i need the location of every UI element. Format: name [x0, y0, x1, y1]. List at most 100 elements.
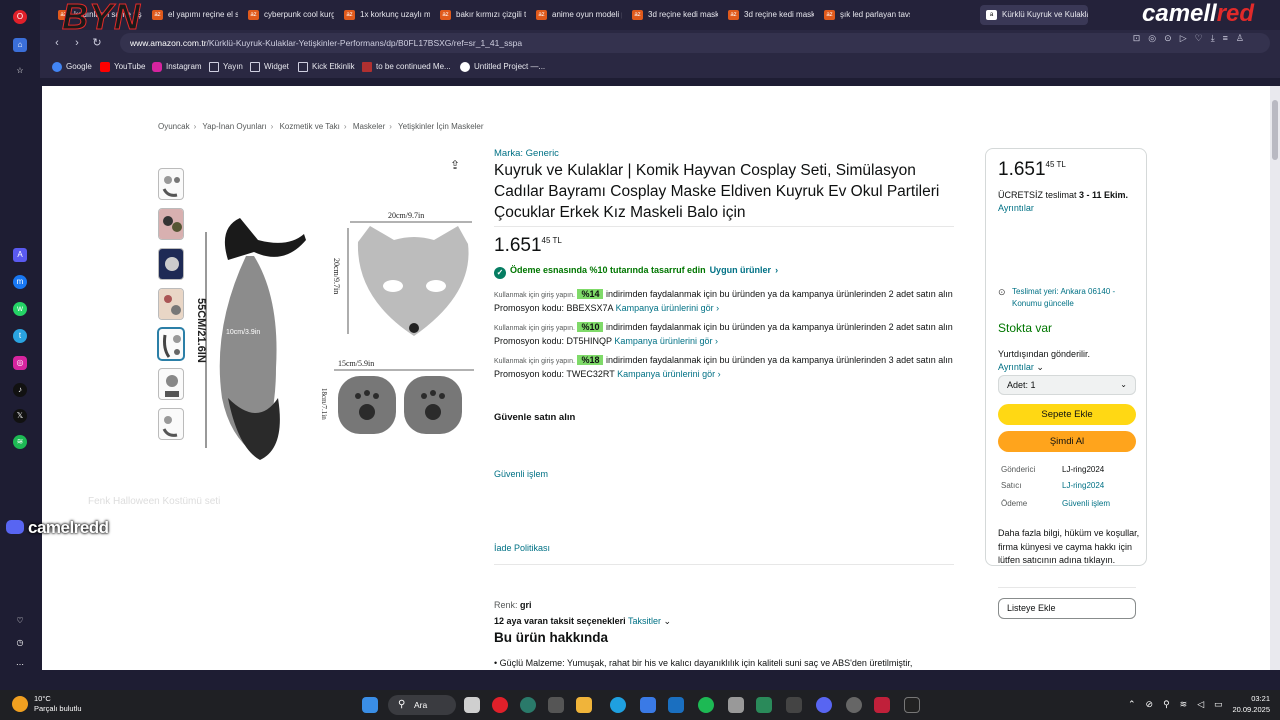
bookmark-folder[interactable]: Kick Etkinlik	[298, 60, 355, 74]
system-tray[interactable]: ⌃⊘⚲≋◁▭	[1128, 699, 1233, 710]
tab[interactable]: az 3d reçine kedi maske	[722, 5, 814, 25]
task-view-icon[interactable]	[464, 697, 480, 713]
bookmark-item[interactable]: Untitled Project —...	[460, 60, 545, 74]
start-icon[interactable]	[362, 697, 378, 713]
edge-icon[interactable]	[610, 697, 626, 713]
breadcrumb-item[interactable]: Maskeler	[353, 122, 385, 131]
aria-icon[interactable]: A	[13, 248, 27, 262]
brand-link[interactable]: Marka: Generic	[494, 148, 559, 159]
opera-logo-icon[interactable]: O	[13, 10, 27, 24]
file-explorer-icon[interactable]	[576, 697, 592, 713]
history-icon[interactable]: ◷	[13, 636, 27, 650]
back-icon[interactable]: ‹	[50, 36, 64, 50]
heart-icon[interactable]: ♡	[13, 614, 27, 628]
about-heading: Bu ürün hakkında	[494, 630, 609, 645]
chevron-down-icon[interactable]: ⌄	[663, 616, 671, 626]
url-field[interactable]: www.amazon.com.tr/Kürklü-Kuyruk-Kulaklar…	[120, 33, 1270, 53]
scrollbar[interactable]	[1270, 86, 1280, 670]
breadcrumb-item[interactable]: Yetişkinler İçin Maskeler	[398, 122, 484, 131]
amazon-favicon-icon: az	[248, 10, 259, 20]
gallery-thumbnail[interactable]	[158, 408, 184, 440]
toolbar-icons[interactable]: ⊡◎⊙▷♡⤓≡♙	[1133, 33, 1252, 44]
delivery-details-link[interactable]: Ayrıntılar	[998, 203, 1034, 213]
return-policy-link[interactable]: İade Politikası	[494, 543, 550, 553]
gallery-thumbnail-selected[interactable]	[158, 328, 184, 360]
gallery-thumbnail[interactable]	[158, 248, 184, 280]
delivery-location[interactable]: ⊙ Teslimat yeri: Ankara 06140 - Konumu gü…	[998, 286, 1140, 310]
breadcrumb-item[interactable]: Oyuncak	[158, 122, 190, 131]
tab[interactable]: az 3d reçine kedi maske	[626, 5, 718, 25]
seller-link[interactable]: LJ-ring2024	[1062, 481, 1104, 490]
bookmark-folder[interactable]: Widget	[250, 60, 289, 74]
gallery-thumbnail[interactable]	[158, 368, 184, 400]
app-icon[interactable]	[520, 697, 536, 713]
breadcrumb-item[interactable]: Kozmetik ve Takı	[280, 122, 340, 131]
tab[interactable]: az el yapımı reçine el sa	[146, 5, 238, 25]
campaign-products-link[interactable]: Kampanya ürünlerini gör	[614, 336, 712, 346]
gallery-thumbnail[interactable]	[158, 168, 184, 200]
payment-link[interactable]: Güvenli işlem	[1062, 499, 1110, 508]
chevron-down-icon[interactable]: ⌄	[1036, 362, 1044, 372]
outlook-icon[interactable]	[668, 697, 684, 713]
tab[interactable]: az 1x korkunç uzaylı ma	[338, 5, 430, 25]
secure-heading: Güvenle satın alın	[494, 412, 576, 423]
app-icon[interactable]	[548, 697, 564, 713]
quantity-select[interactable]: Adet: 1 ⌄	[998, 375, 1136, 395]
product-main-image[interactable]: 55CM/21.6IN 10cm/3.9in 20cm/9.7in 20cm/9…	[188, 148, 474, 520]
weather-widget[interactable]: 10°C Parçalı bulutlu	[12, 694, 82, 714]
gallery-thumbnail[interactable]	[158, 208, 184, 240]
messenger-icon[interactable]: m	[13, 275, 27, 289]
taskbar-clock[interactable]: 03:21 20.09.2025	[1226, 693, 1270, 715]
amazon-favicon-icon: az	[824, 10, 835, 20]
scrollbar-thumb[interactable]	[1272, 100, 1278, 160]
app-icon[interactable]	[786, 697, 802, 713]
tab[interactable]: az şık led parlayan tavşa	[818, 5, 910, 25]
secure-transaction-link[interactable]: Güvenli işlem	[494, 469, 548, 479]
breadcrumb-item[interactable]: Yap-İnan Oyunları	[202, 122, 266, 131]
whatsapp-icon[interactable]: w	[13, 302, 27, 316]
shipping-details-link[interactable]: Ayrıntılar	[998, 362, 1034, 372]
epic-games-icon[interactable]	[904, 697, 920, 713]
tab-active[interactable]: a Kürklü Kuyruk ve Kulaklar	[980, 5, 1088, 25]
app-icon[interactable]	[874, 697, 890, 713]
eligible-products-link[interactable]: Uygun ürünler	[710, 265, 772, 275]
share-icon[interactable]: ⇪	[448, 158, 462, 172]
buy-now-button[interactable]: Şimdi Al	[998, 431, 1136, 452]
tab[interactable]: az bakır kırmızı çizgili ta	[434, 5, 526, 25]
bookmark-item[interactable]: to be continued Me...	[362, 60, 451, 74]
star-icon[interactable]: ☆	[13, 64, 27, 78]
bookmark-google[interactable]: Google	[52, 60, 92, 74]
telegram-icon[interactable]: t	[13, 329, 27, 343]
home-icon[interactable]: ⌂	[13, 38, 27, 52]
campaign-products-link[interactable]: Kampanya ürünlerini gör	[616, 303, 714, 313]
add-to-cart-button[interactable]: Sepete Ekle	[998, 404, 1136, 425]
campaign-products-link[interactable]: Kampanya ürünlerini gör	[617, 369, 715, 379]
more-icon[interactable]: ⋯	[13, 658, 27, 672]
buybox-price: 1.65145 TL	[998, 159, 1066, 180]
installments-link[interactable]: Taksitler	[628, 616, 661, 626]
discord-taskbar-icon[interactable]	[816, 697, 832, 713]
reload-icon[interactable]: ↻	[90, 36, 104, 50]
tiktok-icon[interactable]: ♪	[13, 383, 27, 397]
notepad-icon[interactable]	[756, 697, 772, 713]
tab[interactable]: az anime oyun modeli p	[530, 5, 622, 25]
bookmark-instagram[interactable]: Instagram	[152, 60, 202, 74]
tab[interactable]: az cyberpunk cool kurgu	[242, 5, 334, 25]
app-icon[interactable]	[728, 697, 744, 713]
instagram-icon[interactable]: ◎	[13, 356, 27, 370]
bookmark-youtube[interactable]: YouTube	[100, 60, 145, 74]
taskbar-search[interactable]: ⚲ Ara	[388, 695, 456, 715]
spotify-icon[interactable]: ≋	[13, 435, 27, 449]
feature-bullet: • Güçlü Malzeme: Yumuşak, rahat bir his …	[494, 658, 913, 668]
store-icon[interactable]	[640, 697, 656, 713]
gallery-thumbnail[interactable]	[158, 288, 184, 320]
forward-icon[interactable]: ›	[70, 36, 84, 50]
bookmark-folder[interactable]: Yayın	[209, 60, 243, 74]
spotify-taskbar-icon[interactable]	[698, 697, 714, 713]
promo-offer: Kullanmak için giriş yapın. %18 indirimd…	[494, 355, 953, 379]
x-icon[interactable]: 𝕏	[13, 409, 27, 423]
add-to-list-button[interactable]: Listeye Ekle	[998, 598, 1136, 619]
installment-row: 12 aya varan taksit seçenekleri Taksitle…	[494, 616, 672, 626]
app-icon[interactable]	[846, 697, 862, 713]
opera-taskbar-icon[interactable]	[492, 697, 508, 713]
